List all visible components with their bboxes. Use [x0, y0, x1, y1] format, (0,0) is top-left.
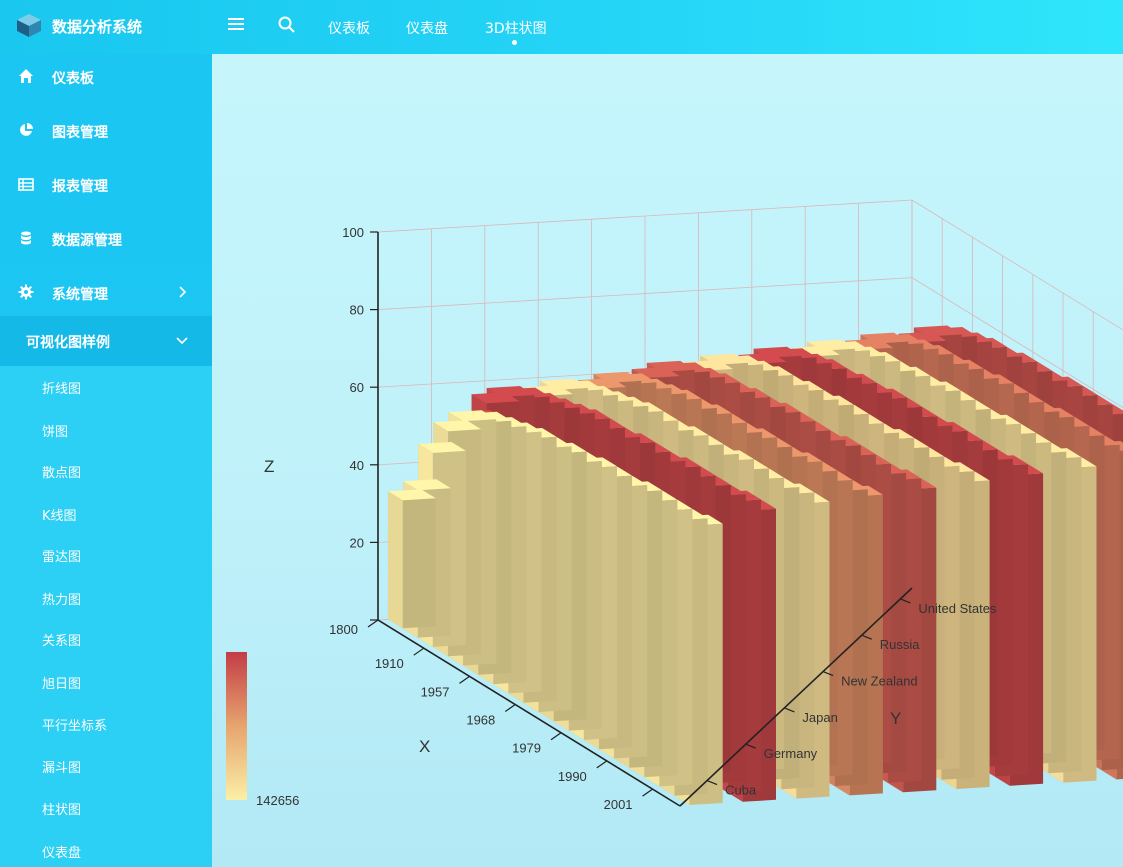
y-tick-label: Japan	[802, 710, 837, 725]
submenu-item-heatmap[interactable]: 热力图	[42, 589, 81, 608]
gear-icon	[18, 284, 34, 300]
submenu-item-radar-chart[interactable]: 雷达图	[42, 546, 81, 565]
z-tick-label: 40	[350, 458, 364, 473]
submenu-item-pie-chart[interactable]: 饼图	[42, 421, 68, 440]
submenu-item-scatter-chart[interactable]: 散点图	[42, 462, 81, 481]
cube-logo-icon	[17, 14, 41, 37]
x-tick-label: 1957	[421, 684, 450, 699]
x-tick-mark	[596, 760, 608, 769]
x-tick-label: 1800	[329, 622, 358, 637]
y-tick-label: United States	[918, 601, 997, 616]
x-tick-label: 1990	[558, 769, 587, 784]
search-icon[interactable]	[278, 16, 295, 33]
sidebar-item-label: 图表管理	[52, 125, 108, 141]
z-tick-label: 20	[350, 535, 364, 550]
sidebar-item-system-management[interactable]: 系统管理	[0, 270, 212, 316]
bar-side-face	[402, 498, 436, 629]
sidebar: 仪表板 图表管理 报表管理 数据源管理 系统管理 可视化图样例 折线图 饼图 散…	[0, 54, 212, 867]
sidebar-submenu: 折线图 饼图 散点图 K线图 雷达图 热力图 关系图 旭日图 平行坐标系 漏斗图…	[0, 366, 212, 867]
bar3d-chart[interactable]: 20 40 60 80 100 1800 1910 1957 1968 1979 1990 2001 C…	[212, 54, 1123, 867]
chart-bars	[387, 325, 1123, 806]
x-tick-mark	[413, 647, 425, 656]
sidebar-group-label: 可视化图样例	[26, 335, 110, 351]
x-tick-mark	[504, 704, 516, 713]
top-bar: 数据分析系统 仪表板 仪表盘 3D柱状图	[0, 0, 1123, 54]
y-tick-label: Cuba	[725, 783, 757, 798]
submenu-item-kline-chart[interactable]: K线图	[42, 505, 77, 524]
tab-3d-bar[interactable]: 3D柱状图	[485, 18, 547, 38]
sidebar-item-datasource-management[interactable]: 数据源管理	[0, 216, 212, 262]
chevron-down-icon	[176, 337, 188, 345]
database-icon	[21, 231, 31, 245]
x-tick-label: 1979	[512, 741, 541, 756]
pie-chart-icon	[20, 123, 33, 136]
sidebar-item-label: 仪表板	[52, 71, 94, 87]
x-tick-mark	[459, 675, 470, 684]
x-tick-label: 1910	[375, 656, 404, 671]
sidebar-item-label: 数据源管理	[52, 233, 122, 249]
tab-dashboard[interactable]: 仪表板	[328, 18, 370, 38]
x-tick-mark	[642, 788, 653, 797]
home-icon	[19, 69, 33, 83]
x-tick-mark	[367, 619, 379, 628]
submenu-item-line-chart[interactable]: 折线图	[42, 378, 81, 397]
tab-gauge[interactable]: 仪表盘	[406, 18, 448, 38]
sidebar-item-dashboard[interactable]: 仪表板	[0, 54, 212, 100]
active-tab-indicator	[512, 40, 517, 45]
z-tick-label: 100	[342, 225, 364, 240]
submenu-item-bar-chart[interactable]: 柱状图	[42, 799, 81, 818]
z-axis-name: Z	[264, 457, 274, 476]
sidebar-group-visualization-examples[interactable]: 可视化图样例	[0, 316, 212, 366]
x-tick-mark	[550, 732, 562, 741]
y-tick-label: New Zealand	[841, 674, 918, 689]
app-title: 数据分析系统	[52, 18, 143, 36]
chevron-right-icon	[179, 286, 187, 298]
y-axis-name: Y	[890, 709, 901, 728]
y-tick-label: Russia	[880, 637, 921, 652]
submenu-item-gauge[interactable]: 仪表盘	[42, 842, 81, 861]
main-content: 20 40 60 80 100 1800 1910 1957 1968 1979 1990 2001 C…	[212, 54, 1123, 867]
sidebar-item-report-management[interactable]: 报表管理	[0, 162, 212, 208]
submenu-item-parallel-coordinates[interactable]: 平行坐标系	[42, 715, 107, 734]
hamburger-menu-icon[interactable]	[228, 17, 244, 31]
x-tick-label: 1968	[466, 713, 495, 728]
sidebar-item-label: 系统管理	[52, 287, 108, 303]
visual-map-bar[interactable]	[226, 652, 247, 800]
submenu-item-graph-chart[interactable]: 关系图	[42, 630, 81, 649]
submenu-item-sunburst-chart[interactable]: 旭日图	[42, 673, 81, 692]
z-tick-label: 60	[350, 380, 364, 395]
x-tick-label: 2001	[604, 797, 633, 812]
visual-map-min-label: 142656	[256, 793, 299, 808]
y-tick-label: Germany	[764, 746, 818, 761]
z-tick-label: 80	[350, 303, 364, 318]
submenu-item-funnel-chart[interactable]: 漏斗图	[42, 757, 81, 776]
report-table-icon	[18, 178, 34, 191]
x-axis-name: X	[419, 737, 430, 756]
bar-front-face	[387, 491, 403, 629]
sidebar-item-label: 报表管理	[52, 179, 108, 195]
sidebar-item-chart-management[interactable]: 图表管理	[0, 108, 212, 154]
